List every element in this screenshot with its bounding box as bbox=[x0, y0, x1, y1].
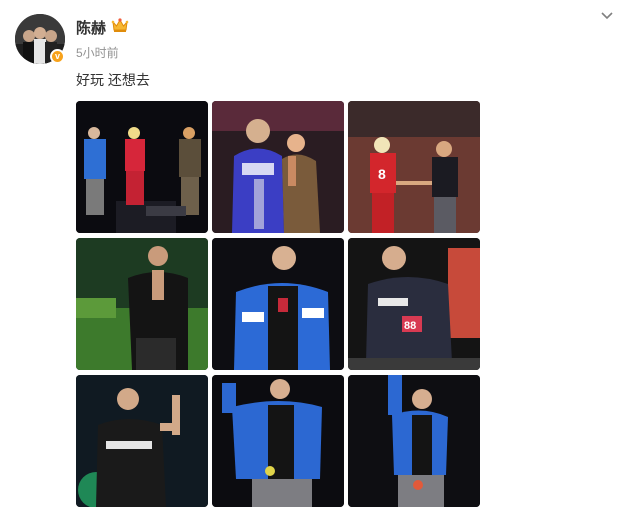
svg-text:88: 88 bbox=[404, 320, 416, 332]
crown-icon bbox=[111, 18, 129, 32]
author-name[interactable]: 陈赫 bbox=[76, 17, 106, 38]
weibo-post: v 陈赫 5小时前 好玩 还想去 8 88 bbox=[0, 0, 634, 515]
photo-1[interactable] bbox=[76, 101, 208, 233]
verified-badge-icon: v bbox=[50, 49, 65, 64]
svg-text:8: 8 bbox=[378, 166, 386, 182]
photo-2[interactable] bbox=[212, 101, 344, 233]
photo-5[interactable] bbox=[212, 238, 344, 370]
post-text: 好玩 还想去 bbox=[76, 72, 150, 88]
photo-4[interactable] bbox=[76, 238, 208, 370]
photo-grid: 8 88 bbox=[76, 101, 481, 507]
photo-9[interactable] bbox=[348, 375, 480, 507]
photo-3[interactable]: 8 bbox=[348, 101, 480, 233]
chevron-down-icon[interactable] bbox=[599, 10, 615, 22]
photo-6[interactable]: 88 bbox=[348, 238, 480, 370]
photo-7[interactable] bbox=[76, 375, 208, 507]
photo-8[interactable] bbox=[212, 375, 344, 507]
post-timestamp[interactable]: 5小时前 bbox=[76, 44, 119, 61]
